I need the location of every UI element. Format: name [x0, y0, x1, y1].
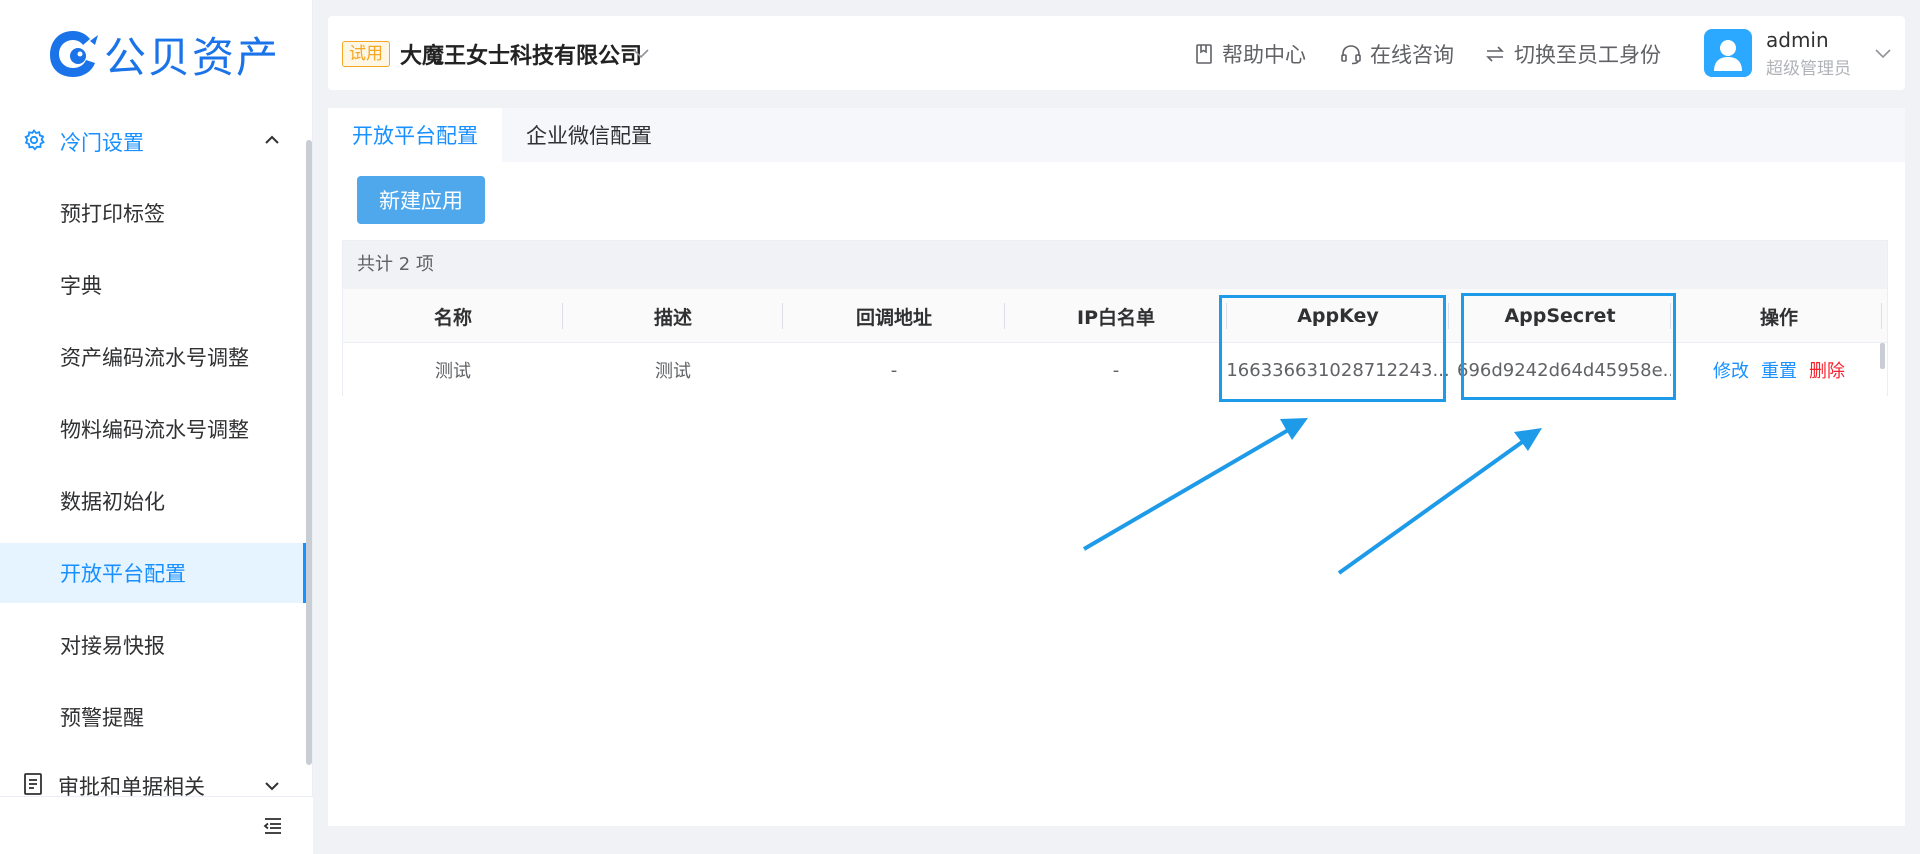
- sidebar-item-label: 数据初始化: [60, 490, 165, 514]
- cell-name: 测试: [435, 361, 471, 382]
- cell-actions: 修改 重置 删除: [1671, 343, 1887, 397]
- cell-desc: 测试: [655, 361, 691, 382]
- sidebar: 公贝资产 冷门设置 预打印标签 字典 资产编码流水号调整 物料编码流水号调整 数…: [0, 0, 313, 854]
- sidebar-item-open-platform[interactable]: 开放平台配置: [0, 543, 306, 603]
- main-content: 开放平台配置 企业微信配置 新建应用 共计 2 项 名称 描述 回调地址 IP白…: [328, 108, 1905, 826]
- headset-icon: [1340, 43, 1362, 65]
- tab-wecom[interactable]: 企业微信配置: [502, 108, 676, 162]
- top-header: 试用 大魔王女士科技有限公司 帮助中心 在线咨询 切换至员工身份 admin 超…: [328, 16, 1905, 90]
- avatar[interactable]: [1704, 29, 1752, 77]
- user-role: 超级管理员: [1766, 59, 1851, 79]
- sidebar-item-label: 预警提醒: [60, 706, 144, 730]
- brand-logo[interactable]: 公贝资产: [46, 26, 280, 82]
- sidebar-item-ekuaibao[interactable]: 对接易快报: [0, 615, 306, 675]
- total-count: 共计 2 项: [343, 241, 1887, 289]
- tab-bar: 开放平台配置 企业微信配置: [328, 108, 1905, 162]
- sidebar-item-label: 开放平台配置: [60, 562, 186, 586]
- book-icon: [1194, 43, 1214, 65]
- sidebar-footer: [0, 796, 313, 854]
- edit-button[interactable]: 修改: [1713, 357, 1749, 383]
- col-name: 名称: [433, 306, 472, 329]
- user-name[interactable]: admin: [1766, 28, 1829, 52]
- brand-name: 公贝资产: [104, 32, 281, 82]
- col-actions: 操作: [1759, 306, 1798, 329]
- new-app-button[interactable]: 新建应用: [357, 176, 485, 224]
- sidebar-item-alert[interactable]: 预警提醒: [0, 687, 306, 747]
- chevron-up-icon: [262, 130, 282, 155]
- trial-badge: 试用: [342, 41, 390, 67]
- chevron-down-icon[interactable]: [632, 46, 650, 65]
- online-consult-label: 在线咨询: [1370, 43, 1454, 67]
- sidebar-item-label: 物料编码流水号调整: [60, 418, 249, 442]
- col-divider[interactable]: [1881, 303, 1882, 329]
- logo-icon: [46, 27, 100, 81]
- sidebar-item-dictionary[interactable]: 字典: [0, 255, 306, 315]
- reset-button[interactable]: 重置: [1761, 357, 1797, 383]
- collapse-menu-icon[interactable]: [262, 815, 284, 841]
- tab-open-platform[interactable]: 开放平台配置: [328, 108, 502, 162]
- col-callback: 回调地址: [855, 306, 932, 329]
- gear-icon: [22, 128, 46, 157]
- switch-identity-label: 切换至员工身份: [1514, 43, 1661, 67]
- menu-group-cold-settings[interactable]: 冷门设置: [0, 112, 306, 172]
- cell-callback: -: [890, 359, 898, 381]
- sidebar-item-asset-code-serial[interactable]: 资产编码流水号调整: [0, 327, 306, 387]
- col-ip-whitelist: IP白名单: [1077, 306, 1155, 329]
- col-desc: 描述: [653, 306, 692, 329]
- sidebar-item-material-code-serial[interactable]: 物料编码流水号调整: [0, 399, 306, 459]
- switch-identity-link[interactable]: 切换至员工身份: [1484, 39, 1661, 69]
- swap-icon: [1484, 43, 1506, 65]
- cell-ip: -: [1112, 359, 1120, 381]
- appsecret-highlight-box: [1461, 293, 1676, 400]
- company-name[interactable]: 大魔王女士科技有限公司: [400, 38, 642, 70]
- sidebar-item-label: 字典: [60, 274, 102, 298]
- menu-group-label: 冷门设置: [60, 131, 144, 155]
- sidebar-item-label: 预打印标签: [60, 202, 165, 226]
- sidebar-item-data-init[interactable]: 数据初始化: [0, 471, 306, 531]
- sidebar-item-label: 对接易快报: [60, 634, 165, 658]
- tab-label: 企业微信配置: [526, 124, 652, 148]
- help-center-link[interactable]: 帮助中心: [1194, 39, 1306, 69]
- appkey-highlight-box: [1219, 295, 1446, 402]
- help-center-label: 帮助中心: [1222, 43, 1306, 67]
- tab-label: 开放平台配置: [352, 124, 478, 148]
- chevron-down-icon[interactable]: [1874, 46, 1892, 65]
- sidebar-item-label: 资产编码流水号调整: [60, 346, 249, 370]
- sidebar-scrollbar[interactable]: [306, 140, 312, 765]
- table-scrollbar[interactable]: [1880, 343, 1885, 369]
- online-consult-link[interactable]: 在线咨询: [1340, 39, 1454, 69]
- delete-button[interactable]: 删除: [1809, 357, 1845, 383]
- sidebar-item-preprint-label[interactable]: 预打印标签: [0, 183, 306, 243]
